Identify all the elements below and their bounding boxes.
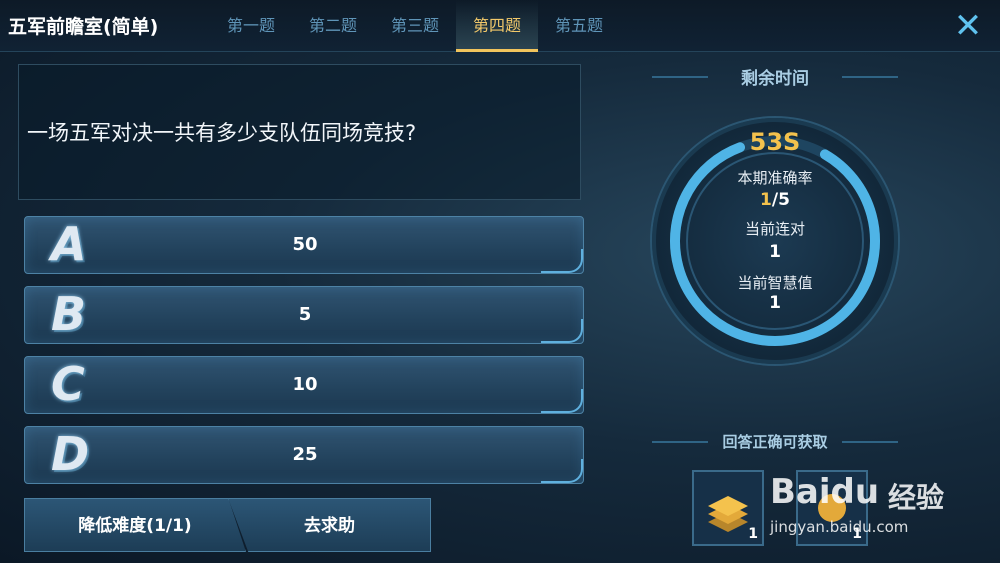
reward-item-1[interactable]: 1 bbox=[692, 470, 764, 546]
accuracy-correct: 1 bbox=[760, 190, 772, 210]
option-value: 50 bbox=[292, 234, 318, 255]
reward-count: 1 bbox=[748, 526, 758, 542]
top-bar: 五军前瞻室(简单) 第一题 第二题 第三题 第四题 第五题 ✕ bbox=[0, 0, 1000, 52]
close-icon[interactable]: ✕ bbox=[950, 8, 986, 44]
option-b-button[interactable]: B 5 bbox=[24, 286, 584, 344]
accuracy-value: 1/5 bbox=[700, 190, 850, 210]
watermark-brand: Baidu bbox=[770, 472, 880, 512]
tab-question-3[interactable]: 第三题 bbox=[374, 0, 456, 52]
question-tabs: 第一题 第二题 第三题 第四题 第五题 bbox=[210, 0, 620, 52]
ask-help-button[interactable]: 去求助 bbox=[228, 498, 431, 552]
reduce-difficulty-button[interactable]: 降低难度(1/1) bbox=[24, 498, 246, 552]
tab-question-2[interactable]: 第二题 bbox=[292, 0, 374, 52]
baidu-watermark: Baidu 经验 jingyan.baidu.com bbox=[770, 472, 950, 544]
reward-divider-right bbox=[842, 441, 898, 443]
option-d-button[interactable]: D 25 bbox=[24, 426, 584, 484]
reward-label: 回答正确可获取 bbox=[722, 433, 828, 451]
accuracy-label: 本期准确率 bbox=[737, 169, 813, 187]
option-c-button[interactable]: C 10 bbox=[24, 356, 584, 414]
tab-question-5[interactable]: 第五题 bbox=[538, 0, 620, 52]
streak-label: 当前连对 bbox=[744, 220, 805, 238]
wisdom-value: 1 bbox=[769, 293, 781, 313]
option-value: 5 bbox=[298, 304, 312, 325]
option-a-button[interactable]: A 50 bbox=[24, 216, 584, 274]
timer-seconds: 53S bbox=[749, 128, 801, 156]
watermark-url: jingyan.baidu.com bbox=[770, 518, 909, 536]
option-value: 25 bbox=[292, 444, 318, 465]
option-value: 10 bbox=[292, 374, 318, 395]
tab-question-1[interactable]: 第一题 bbox=[210, 0, 292, 52]
wisdom-label: 当前智慧值 bbox=[737, 274, 813, 292]
tab-question-4[interactable]: 第四题 bbox=[456, 0, 538, 52]
watermark-cn: 经验 bbox=[888, 481, 945, 514]
question-text: 一场五军对决一共有多少支队伍同场竞技? bbox=[27, 121, 417, 145]
accuracy-total: /5 bbox=[771, 190, 790, 210]
page-title: 五军前瞻室(简单) bbox=[8, 16, 159, 38]
timer-label: 剩余时间 bbox=[741, 69, 809, 89]
question-panel: 一场五军对决一共有多少支队伍同场竞技? bbox=[18, 64, 581, 200]
streak-value: 1 bbox=[769, 242, 781, 262]
timer-divider-right bbox=[842, 76, 898, 78]
